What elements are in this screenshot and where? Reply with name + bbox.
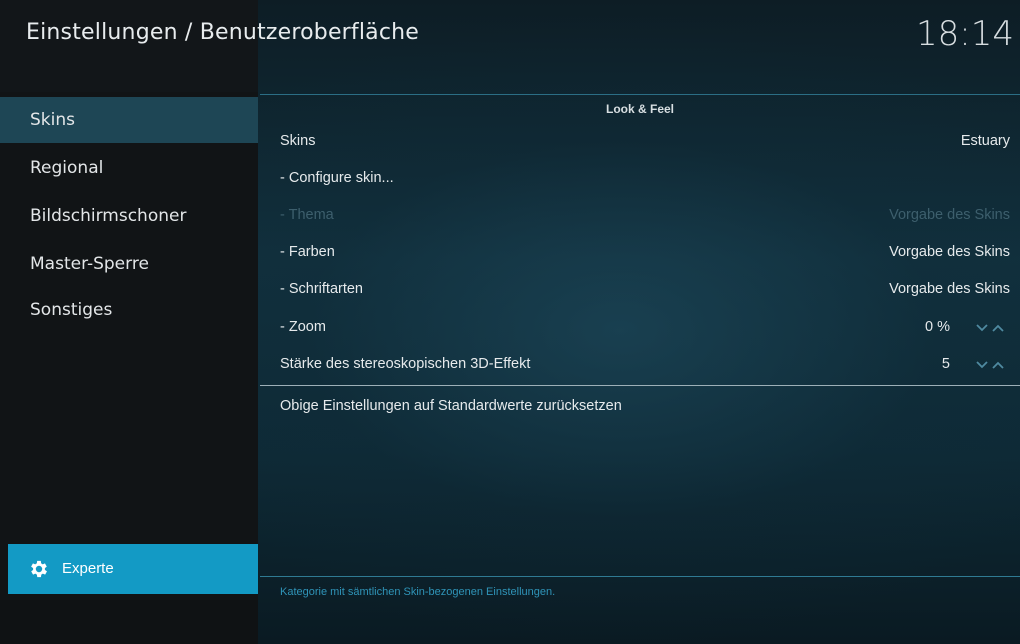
setting-label: - Thema xyxy=(280,207,334,223)
sidebar: Skins Regional Bildschirmschoner Master-… xyxy=(0,0,258,644)
reset-to-defaults-button[interactable]: Obige Einstellungen auf Standardwerte zu… xyxy=(260,390,1020,426)
reset-label: Obige Einstellungen auf Standardwerte zu… xyxy=(280,398,622,414)
setting-value: Vorgabe des Skins xyxy=(889,207,1010,223)
content-top-divider xyxy=(260,94,1020,95)
setting-label: - Zoom xyxy=(280,319,326,335)
setting-label: - Farben xyxy=(280,244,335,260)
sidebar-item-skins[interactable]: Skins xyxy=(0,97,258,143)
up-down-spinner-icon[interactable] xyxy=(976,323,1006,333)
setting-value: 0 % xyxy=(925,319,950,335)
settings-level-button[interactable]: Experte xyxy=(8,544,258,594)
section-title: Look & Feel xyxy=(605,102,674,116)
sidebar-item-sonstiges[interactable]: Sonstiges xyxy=(0,287,258,333)
setting-schriftarten[interactable]: - Schriftarten Vorgabe des Skins xyxy=(260,272,1020,309)
clock: 18:14 xyxy=(916,14,1014,54)
setting-label: - Configure skin... xyxy=(280,170,394,186)
setting-label: Stärke des stereoskopischen 3D-Effekt xyxy=(280,356,531,372)
setting-farben[interactable]: - Farben Vorgabe des Skins xyxy=(260,235,1020,272)
sidebar-item-label: Regional xyxy=(30,158,104,178)
setting-configure-skin[interactable]: - Configure skin... xyxy=(260,161,1020,198)
setting-value: Estuary xyxy=(960,133,1010,149)
setting-zoom[interactable]: - Zoom 0 % xyxy=(260,310,1020,347)
sidebar-item-bildschirmschoner[interactable]: Bildschirmschoner xyxy=(0,193,258,239)
sidebar-footer-band xyxy=(0,600,258,644)
header: Einstellungen / Benutzeroberfläche 18:14 xyxy=(0,0,1020,92)
up-down-spinner-icon[interactable] xyxy=(976,360,1006,370)
sidebar-item-label: Master-Sperre xyxy=(30,254,149,274)
footer-hint: Kategorie mit sämtlichen Skin-bezogenen … xyxy=(280,586,556,598)
footer-divider xyxy=(260,576,1020,577)
sidebar-item-label: Bildschirmschoner xyxy=(30,206,187,226)
reset-divider xyxy=(260,385,1020,386)
sidebar-item-regional[interactable]: Regional xyxy=(0,145,258,191)
settings-level-label: Experte xyxy=(62,560,114,577)
gear-icon xyxy=(31,560,47,578)
setting-thema: - Thema Vorgabe des Skins xyxy=(260,198,1020,235)
sidebar-item-label: Skins xyxy=(30,110,75,130)
page-title: Einstellungen / Benutzeroberfläche xyxy=(26,20,420,45)
setting-label: - Schriftarten xyxy=(280,281,363,297)
setting-value: 5 xyxy=(941,356,950,372)
setting-label: Skins xyxy=(280,133,316,149)
kodi-settings-screen: Skins Regional Bildschirmschoner Master-… xyxy=(0,0,1020,644)
sidebar-item-master-sperre[interactable]: Master-Sperre xyxy=(0,241,258,287)
setting-3d-effect-strength[interactable]: Stärke des stereoskopischen 3D-Effekt 5 xyxy=(260,347,1020,384)
setting-skins[interactable]: Skins Estuary xyxy=(260,124,1020,161)
setting-value: Vorgabe des Skins xyxy=(889,281,1010,297)
sidebar-item-label: Sonstiges xyxy=(30,300,113,320)
setting-value: Vorgabe des Skins xyxy=(889,244,1010,260)
